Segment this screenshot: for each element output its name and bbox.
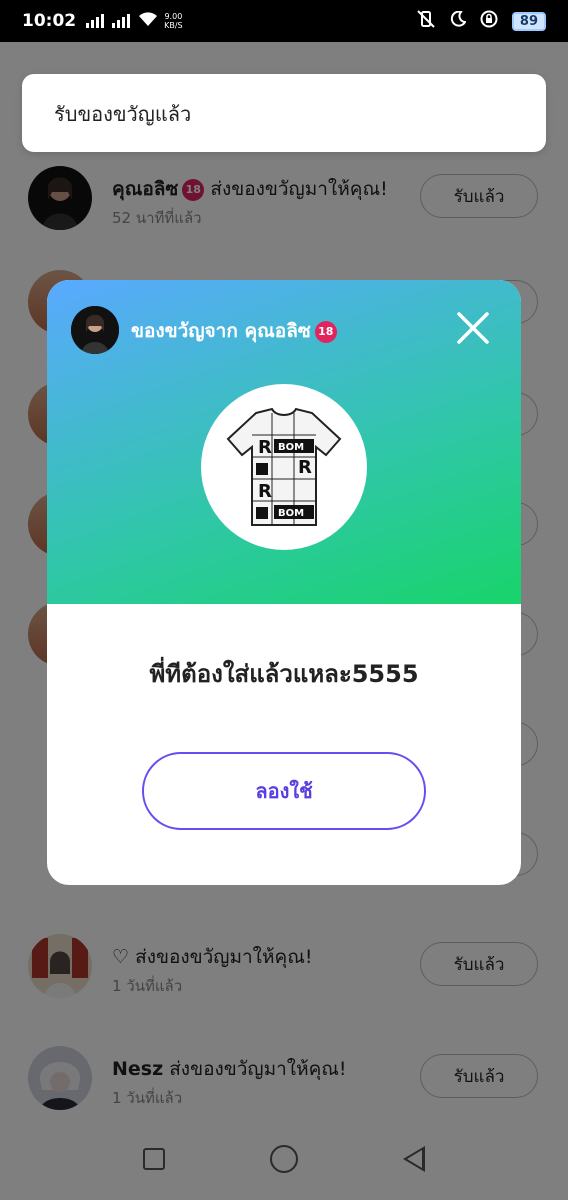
signal-icon-2 <box>112 14 131 28</box>
wifi-icon <box>138 11 158 32</box>
gift-modal-title-text: ของขวัญจาก คุณอลิซ <box>131 320 311 342</box>
svg-text:R: R <box>298 457 312 478</box>
gift-modal: ของขวัญจาก คุณอลิซ 18 R R R BOM BOM พี่ท… <box>47 280 521 885</box>
status-bar: 10:02 9.00 KB/S 89 <box>0 0 568 42</box>
try-on-button[interactable]: ลองใช้ <box>142 752 426 830</box>
gift-modal-header: ของขวัญจาก คุณอลิซ 18 R R R BOM BOM <box>47 280 521 604</box>
tshirt-icon: R R R BOM BOM <box>226 407 342 526</box>
network-speed-unit: KB/S <box>164 21 183 30</box>
battery-indicator: 89 <box>511 11 546 31</box>
network-speed: 9.00 KB/S <box>164 12 183 30</box>
close-icon[interactable] <box>453 308 493 348</box>
gift-print-text: BOM <box>278 508 304 519</box>
network-speed-value: 9.00 <box>164 12 183 21</box>
age-18-badge: 18 <box>314 320 337 343</box>
svg-text:R: R <box>258 481 272 502</box>
moon-icon <box>450 10 467 32</box>
gift-print-text: BOM <box>278 442 304 453</box>
gift-item-image: R R R BOM BOM <box>201 384 367 550</box>
received-toast: รับของขวัญแล้ว <box>22 74 546 152</box>
status-time: 10:02 <box>22 11 77 31</box>
gift-message: พี่ทีต้องใส่แล้วแหละ5555 <box>149 660 419 688</box>
svg-text:R: R <box>258 437 272 458</box>
signal-icon <box>86 14 105 28</box>
sender-avatar <box>71 306 119 354</box>
rotation-lock-icon <box>480 10 498 33</box>
vibrate-off-icon <box>416 9 436 33</box>
gift-modal-title: ของขวัญจาก คุณอลิซ 18 <box>131 316 337 346</box>
